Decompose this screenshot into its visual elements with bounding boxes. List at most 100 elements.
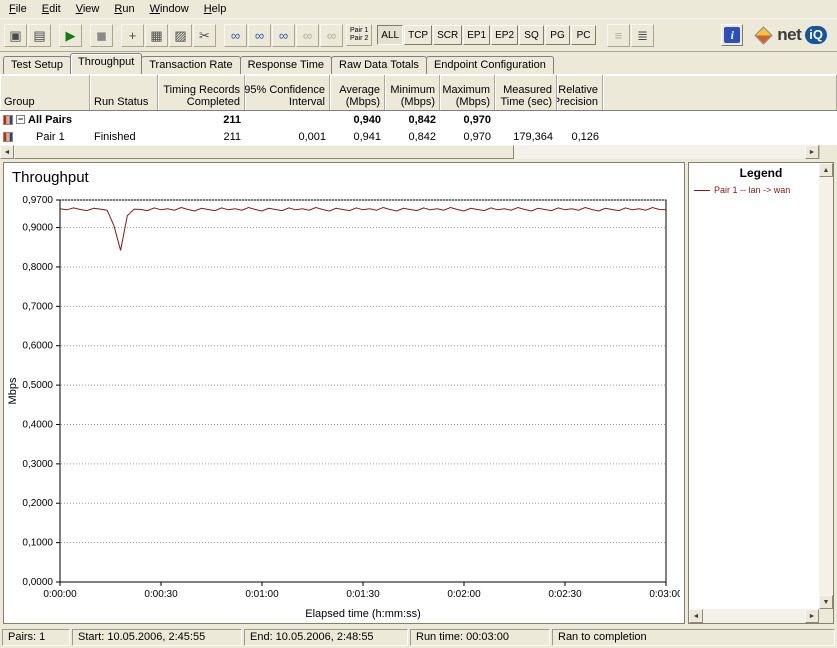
menu-window[interactable]: Window bbox=[143, 1, 197, 17]
tab-test-setup[interactable]: Test Setup bbox=[3, 56, 71, 74]
filter-pc-button[interactable]: PC bbox=[571, 25, 597, 45]
netiq-cube-icon bbox=[754, 25, 773, 45]
pair-swap-button[interactable]: ∞ bbox=[248, 23, 271, 47]
column-header-run-status[interactable]: Run Status bbox=[90, 75, 158, 110]
table-row-pair-1[interactable]: Pair 1 Finished 211 0,001 0,941 0,842 0,970 179… bbox=[0, 128, 837, 145]
cut-button[interactable]: ✂ bbox=[193, 23, 216, 47]
svg-text:0:02:30: 0:02:30 bbox=[548, 589, 582, 600]
run-test-button[interactable]: ▶ bbox=[59, 23, 82, 47]
column-header-timing-records-completed[interactable]: Timing Records Completed bbox=[158, 75, 245, 110]
column-header-minimum-mbps[interactable]: Minimum (Mbps) bbox=[385, 75, 440, 110]
svg-text:0,6000: 0,6000 bbox=[22, 341, 53, 352]
filter-scr-button[interactable]: SCR bbox=[433, 25, 463, 45]
copy-button[interactable]: ▦ bbox=[145, 23, 168, 47]
filter-ep1-button[interactable]: EP1 bbox=[463, 25, 491, 45]
print-icon: ▤ bbox=[33, 27, 46, 43]
filter-ep2-button[interactable]: EP2 bbox=[491, 25, 519, 45]
print-button[interactable]: ▤ bbox=[28, 23, 51, 47]
pair-link-button[interactable]: ∞ bbox=[224, 23, 247, 47]
details-view-icon: ≣ bbox=[637, 27, 648, 43]
legend-scroll-down-button[interactable]: ▼ bbox=[819, 595, 833, 609]
tab-response-time[interactable]: Response Time bbox=[239, 56, 333, 74]
status-bar: Pairs: 1 Start: 10.05.2006, 2:45:55 End: 1… bbox=[0, 627, 837, 648]
column-header-average-mbps[interactable]: Average (Mbps) bbox=[330, 75, 385, 110]
svg-text:0,5000: 0,5000 bbox=[22, 380, 53, 391]
legend-scroll-left-button[interactable]: ◄ bbox=[689, 609, 703, 623]
legend-v-scrollbar: ▲ ▼ bbox=[819, 163, 833, 609]
menu-run[interactable]: Run bbox=[107, 1, 142, 17]
column-header-measured-time-sec[interactable]: Measured Time (sec) bbox=[495, 75, 557, 110]
pair2-label: Pair 2 bbox=[350, 35, 369, 42]
menu-bar: File Edit View Run Window Help bbox=[0, 0, 837, 19]
svg-text:0,2000: 0,2000 bbox=[22, 498, 53, 509]
legend-scroll-right-button[interactable]: ► bbox=[805, 609, 819, 623]
column-header-group[interactable]: Group bbox=[0, 75, 90, 110]
table-scroll-right-button[interactable]: ► bbox=[805, 145, 819, 159]
svg-text:0:01:00: 0:01:00 bbox=[245, 589, 279, 600]
column-header-95-confidence-interval[interactable]: 95% Confidence Interval bbox=[245, 75, 330, 110]
toolbar-separator bbox=[217, 24, 224, 46]
legend-h-scrollbar: ◄ ► bbox=[689, 609, 819, 623]
svg-text:0:00:30: 0:00:30 bbox=[144, 589, 178, 600]
svg-text:0:01:30: 0:01:30 bbox=[346, 589, 380, 600]
column-header-maximum-mbps[interactable]: Maximum (Mbps) bbox=[440, 75, 495, 110]
legend-v-scroll-track[interactable] bbox=[819, 177, 833, 595]
table-header-row: Group Run Status Timing Records Completed 95… bbox=[0, 75, 837, 111]
pair-group-button[interactable]: ∞ bbox=[272, 23, 295, 47]
tab-transaction-rate[interactable]: Transaction Rate bbox=[141, 56, 241, 74]
pair1-pair2-button[interactable]: Pair 1 Pair 2 bbox=[346, 24, 373, 46]
toolbar-icon-groups: ▣ ▤ ▶ ◼ + ▦ ▨ ✂ ∞ ∞ ∞ ∞ ∞ bbox=[4, 23, 344, 47]
legend-scroll-up-button[interactable]: ▲ bbox=[819, 163, 833, 177]
table-scrollbar-corner bbox=[819, 145, 837, 159]
table-scroll-left-button[interactable]: ◄ bbox=[0, 145, 14, 159]
table-scroll-track[interactable] bbox=[514, 145, 805, 159]
legend-entry[interactable]: Pair 1 -- lan -> wan bbox=[689, 180, 833, 195]
filter-tcp-button[interactable]: TCP bbox=[404, 25, 433, 45]
tab-endpoint-configuration[interactable]: Endpoint Configuration bbox=[425, 56, 554, 74]
new-test-icon: ▣ bbox=[9, 27, 22, 43]
filter-all-button[interactable]: ALL bbox=[377, 25, 404, 45]
netiq-logo: net iQ bbox=[754, 25, 827, 45]
pair-group-disabled-button: ∞ bbox=[320, 23, 343, 47]
legend-panel: Legend Pair 1 -- lan -> wan ▲ ▼ ◄ ► bbox=[688, 162, 834, 624]
paste-button[interactable]: ▨ bbox=[169, 23, 192, 47]
results-table: Group Run Status Timing Records Completed 95… bbox=[0, 74, 837, 159]
new-test-button[interactable]: ▣ bbox=[4, 23, 27, 47]
menu-file[interactable]: File bbox=[2, 1, 35, 17]
pair-link-disabled-button: ∞ bbox=[296, 23, 319, 47]
tab-throughput[interactable]: Throughput bbox=[69, 53, 143, 74]
throughput-chart: 0,9700 0,9000 0,8000 0,7000 0,6000 0,5000 0,40… bbox=[7, 195, 680, 620]
filter-buttons: ALL TCP SCR EP1 EP2 SQ PG PC bbox=[377, 25, 597, 45]
status-segment-3: Run time: 00:03:00 bbox=[410, 629, 550, 646]
menu-edit[interactable]: Edit bbox=[35, 1, 69, 17]
list-view-icon: ≡ bbox=[614, 27, 623, 43]
legend-h-scroll-track[interactable] bbox=[703, 609, 805, 623]
menu-help[interactable]: Help bbox=[197, 1, 235, 17]
toolbar-separator bbox=[52, 24, 59, 46]
svg-text:0,4000: 0,4000 bbox=[22, 419, 53, 430]
group-cell: Pair 1 bbox=[0, 131, 90, 143]
pair-group-disabled-icon: ∞ bbox=[326, 27, 337, 43]
toolbar: ▣ ▤ ▶ ◼ + ▦ ▨ ✂ ∞ ∞ ∞ ∞ ∞ Pair 1 Pair 2 ALL TCP SCR EP1… bbox=[0, 19, 837, 52]
status-segment-1: Start: 10.05.2006, 2:45:55 bbox=[72, 629, 242, 646]
column-header-relative-precision[interactable]: Relative Precision bbox=[557, 75, 603, 110]
expander-icon[interactable]: − bbox=[16, 115, 25, 124]
pair-chart-icon bbox=[3, 114, 13, 125]
arrow-up-icon: ▲ bbox=[822, 166, 830, 174]
legend-entry-label: Pair 1 -- lan -> wan bbox=[714, 185, 791, 195]
svg-text:0,8000: 0,8000 bbox=[22, 262, 53, 273]
menu-view[interactable]: View bbox=[69, 1, 108, 17]
svg-text:0,1000: 0,1000 bbox=[22, 538, 53, 549]
svg-text:0,9700: 0,9700 bbox=[22, 195, 53, 206]
add-pair-button[interactable]: + bbox=[121, 23, 144, 47]
stop-button[interactable]: ◼ bbox=[90, 23, 113, 47]
table-scroll-thumb[interactable] bbox=[14, 145, 514, 159]
tab-raw-data-totals[interactable]: Raw Data Totals bbox=[331, 56, 427, 74]
filter-sq-button[interactable]: SQ bbox=[519, 25, 545, 45]
filter-pg-button[interactable]: PG bbox=[545, 25, 571, 45]
details-view-button[interactable]: ≣ bbox=[631, 23, 655, 47]
legend-title: Legend bbox=[739, 166, 783, 180]
info-button[interactable]: i bbox=[721, 24, 744, 46]
table-row-all-pairs[interactable]: − All Pairs 211 0,940 0,842 0,970 bbox=[0, 111, 837, 128]
arrow-left-icon: ◄ bbox=[3, 148, 11, 156]
